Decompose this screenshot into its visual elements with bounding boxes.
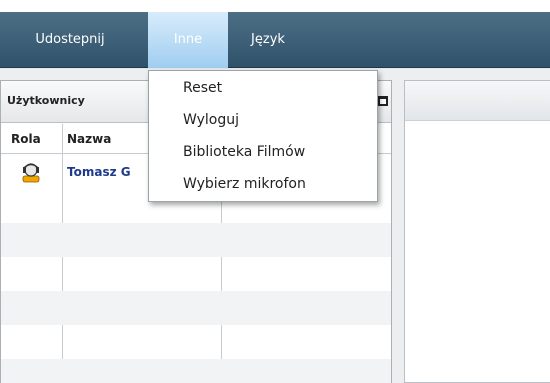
column-header-nazwa[interactable]: Nazwa (67, 132, 111, 146)
table-row (1, 223, 391, 257)
menu-item-wyloguj[interactable]: Wyloguj (183, 112, 239, 128)
maximize-icon[interactable] (378, 96, 388, 106)
inne-dropdown-menu: Reset Wyloguj Biblioteka Filmów Wybierz … (148, 70, 378, 202)
menu-item-reset[interactable]: Reset (183, 80, 222, 96)
right-panel (404, 80, 550, 383)
table-row (1, 359, 391, 383)
top-spacer (0, 0, 550, 12)
right-panel-header (405, 81, 550, 121)
users-panel-title: Użytkownicy (7, 94, 85, 107)
menu-jezyk[interactable]: Język (228, 12, 308, 68)
menu-item-biblioteka-filmow[interactable]: Biblioteka Filmów (183, 144, 305, 160)
menu-item-wybierz-mikrofon[interactable]: Wybierz mikrofon (183, 176, 306, 192)
menu-udostepnij[interactable]: Udostepnij (20, 12, 120, 68)
column-header-rola[interactable]: Rola (11, 132, 41, 146)
menu-inne[interactable]: Inne (148, 12, 228, 68)
table-row (1, 291, 391, 325)
user-name: Tomasz G (67, 165, 131, 179)
main-menubar: Udostepnij Inne Język (0, 12, 550, 68)
moderator-avatar-icon (22, 163, 40, 183)
